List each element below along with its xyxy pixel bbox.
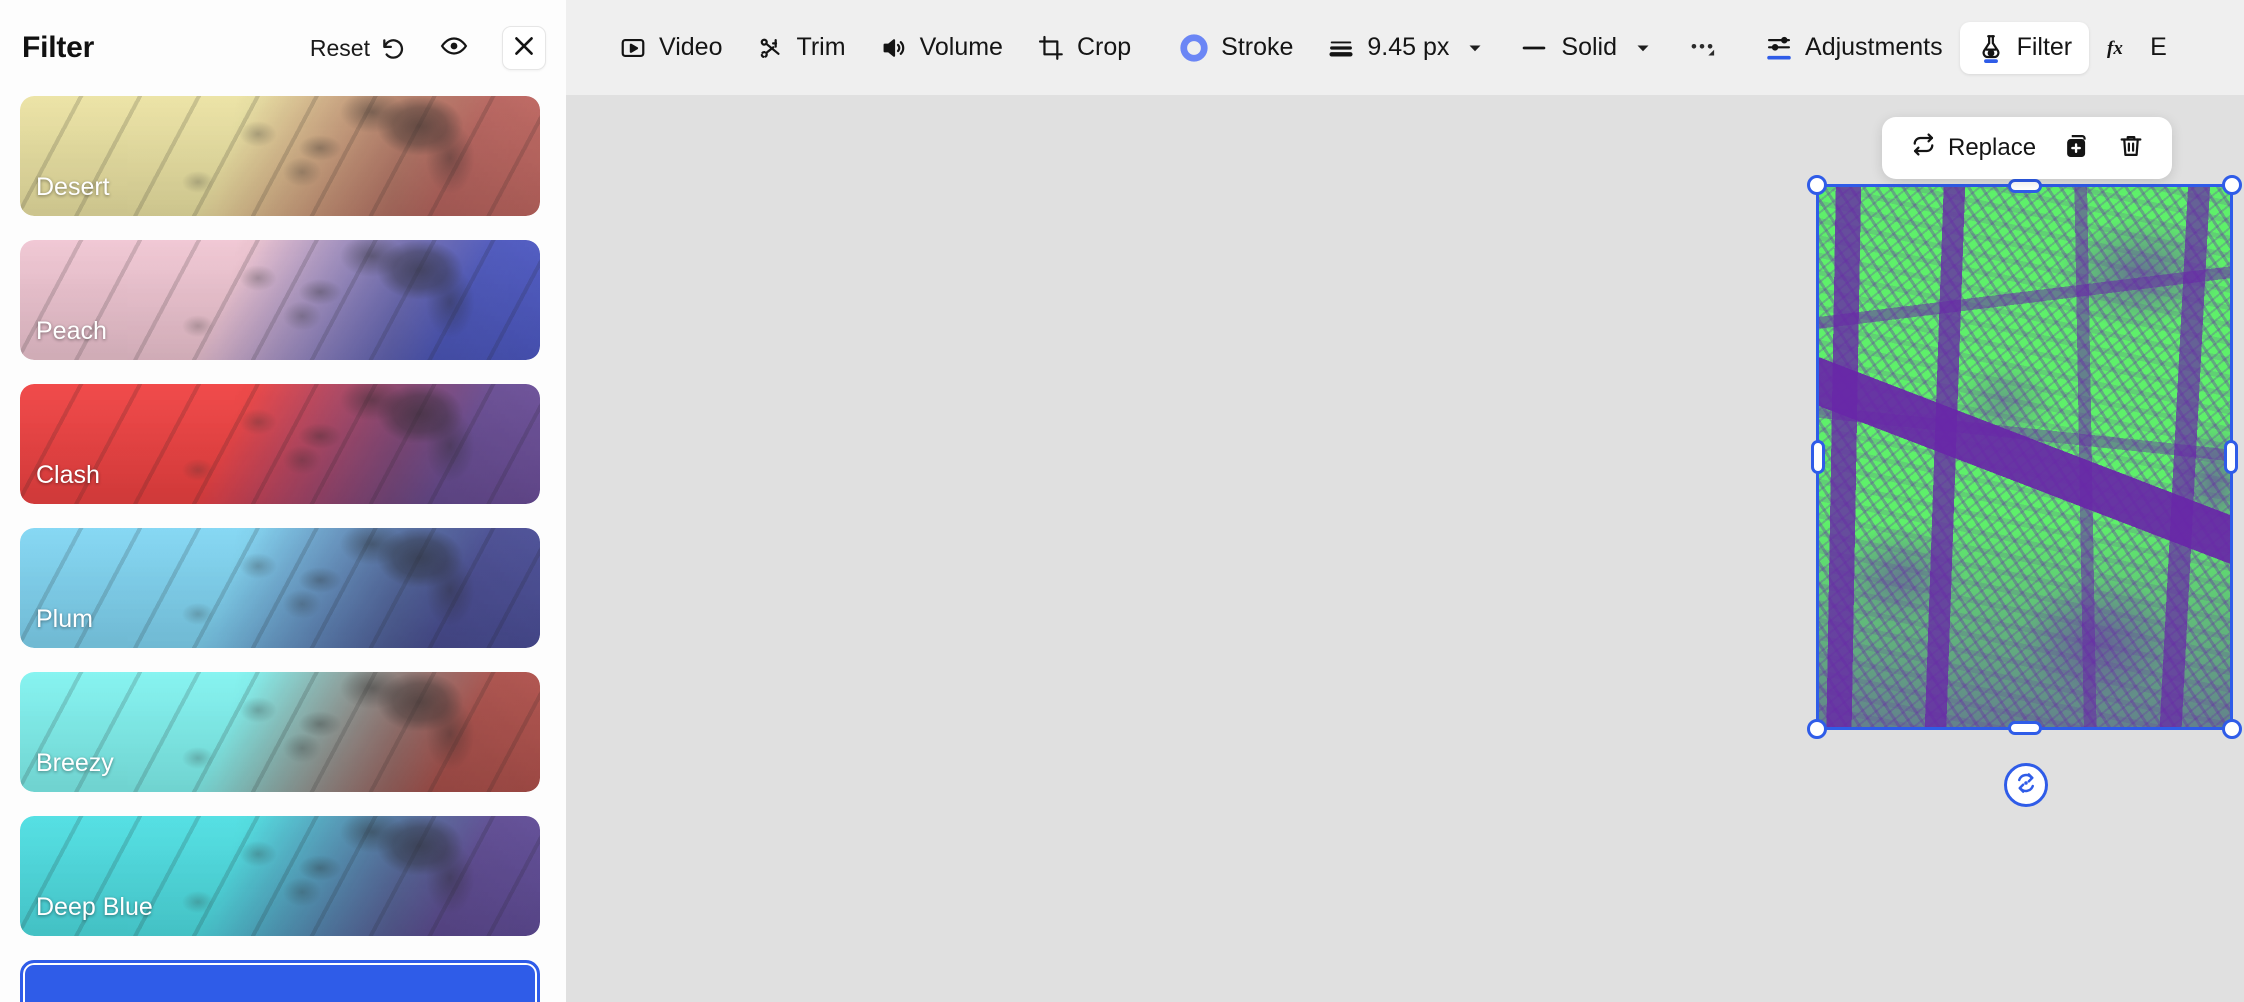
resize-handle-bottom-right[interactable]: [2222, 719, 2242, 739]
editor-right-pane: Video Trim Volume Crop Stroke 9.45 px Solid Adj…: [566, 0, 2244, 1002]
reset-button[interactable]: Reset: [310, 35, 406, 62]
filter-thumbnail: [20, 816, 540, 936]
toolbar-item-e[interactable]: fx E: [2089, 22, 2184, 73]
sidebar-header-actions: Reset: [310, 26, 546, 70]
fx-icon: fx: [2106, 34, 2138, 62]
filter-preview-image: [20, 384, 540, 504]
reset-label: Reset: [309, 34, 370, 61]
toolbar-item-label: Trim: [796, 33, 846, 61]
toolbar-item-video[interactable]: Video: [602, 22, 740, 73]
filter-preset-plum[interactable]: Plum: [20, 528, 540, 648]
replace-label: Replace: [1948, 134, 2037, 161]
more-dots-icon: [1687, 34, 1717, 62]
rotate-handle[interactable]: [2004, 763, 2048, 807]
top-toolbar: Video Trim Volume Crop Stroke 9.45 px Solid Adj…: [566, 0, 2244, 95]
filter-sidebar: Filter Reset Desert Peach Clash Plum Bre…: [0, 0, 566, 1002]
chevron-down-icon[interactable]: [1465, 38, 1485, 58]
toolbar-item-more[interactable]: [1670, 23, 1734, 73]
resize-handle-left[interactable]: [1811, 440, 1825, 474]
filter-preview-image: [20, 240, 540, 360]
close-x-icon: [511, 33, 537, 64]
sidebar-header: Filter Reset: [0, 0, 566, 96]
toolbar-item-label: Video: [659, 33, 723, 61]
filter-preset-deep-blue[interactable]: Deep Blue: [20, 816, 540, 936]
toolbar-item-filter[interactable]: Filter: [1959, 21, 2090, 74]
adjustments-icon: [1765, 33, 1793, 63]
toolbar-item-trim[interactable]: Trim: [740, 22, 863, 73]
filter-preset-desert[interactable]: Desert: [20, 96, 540, 216]
selected-media-element[interactable]: [1807, 175, 2242, 739]
resize-handle-top-right[interactable]: [2222, 175, 2242, 195]
duplicate-add-icon: [2063, 132, 2091, 165]
resize-handle-top-left[interactable]: [1807, 175, 1827, 195]
duplicate-button[interactable]: [2054, 126, 2100, 170]
filter-thumbnail: [20, 672, 540, 792]
filter-preset-breezy[interactable]: Breezy: [20, 672, 540, 792]
filter-preview-image: [20, 96, 540, 216]
element-floating-toolbar: Replace: [1882, 117, 2173, 179]
filter-thumbnail: [20, 528, 540, 648]
filter-thumbnail: [20, 96, 540, 216]
stroke-weight-icon: [1327, 34, 1355, 62]
svg-text:fx: fx: [2107, 38, 2123, 59]
toolbar-item-label: Adjustments: [1805, 33, 1943, 61]
close-panel-button[interactable]: [502, 26, 546, 70]
resize-handle-right[interactable]: [2224, 440, 2238, 474]
editor-canvas[interactable]: Replace: [566, 95, 2244, 1002]
delete-button[interactable]: [2108, 126, 2154, 170]
flask-filter-icon: [1977, 33, 2005, 63]
undo-arrow-icon: [380, 35, 406, 61]
page-title: Filter: [22, 31, 95, 64]
resize-handle-bottom[interactable]: [2007, 721, 2042, 735]
preview-toggle-button[interactable]: [432, 26, 476, 70]
toolbar-item-label: E: [2150, 33, 2167, 61]
video-play-icon: [619, 34, 647, 62]
replace-swap-icon: [1910, 131, 1937, 165]
chevron-down-icon[interactable]: [1633, 38, 1653, 58]
volume-icon: [880, 34, 908, 62]
toolbar-item-volume[interactable]: Volume: [863, 22, 1020, 73]
toolbar-item-stroke[interactable]: Stroke: [1162, 22, 1310, 74]
replace-button[interactable]: Replace: [1900, 125, 2046, 171]
eye-icon: [440, 32, 468, 65]
trash-icon: [2117, 132, 2145, 165]
toolbar-item-label: 9.45 px: [1367, 33, 1450, 61]
filter-thumbnail: [20, 240, 540, 360]
rotate-icon: [2012, 769, 2040, 802]
toolbar-item-9-45-px[interactable]: 9.45 px: [1310, 22, 1502, 73]
filter-preview-image: [20, 672, 540, 792]
filter-preset-clash[interactable]: Clash: [20, 384, 540, 504]
filter-editor-app: Filter Reset Desert Peach Clash Plum Bre…: [0, 0, 2244, 1002]
crop-icon: [1037, 34, 1065, 62]
filter-preset-peach[interactable]: Peach: [20, 240, 540, 360]
toolbar-item-label: Stroke: [1221, 33, 1294, 61]
media-thumbnail: [1819, 187, 2230, 727]
filter-thumbnail: [20, 384, 540, 504]
toolbar-item-label: Crop: [1076, 33, 1132, 61]
toolbar-item-label: Solid: [1561, 33, 1618, 61]
resize-handle-top[interactable]: [2007, 179, 2042, 193]
toolbar-item-label: Filter: [2016, 33, 2073, 61]
filter-preset-list: Desert Peach Clash Plum Breezy Deep Blue Frog: [0, 96, 566, 1002]
toolbar-item-adjustments[interactable]: Adjustments: [1748, 22, 1960, 74]
filter-preview-image: [20, 816, 540, 936]
filter-preview-image: [20, 528, 540, 648]
toolbar-item-crop[interactable]: Crop: [1020, 22, 1148, 73]
resize-handle-bottom-left[interactable]: [1807, 719, 1827, 739]
filter-preset-frog[interactable]: Frog: [20, 960, 540, 1002]
stroke-ring-icon: [1179, 33, 1209, 63]
toolbar-item-label: Volume: [919, 33, 1003, 61]
line-style-icon: [1519, 34, 1549, 62]
trim-scissors-icon: [757, 34, 785, 62]
toolbar-item-solid[interactable]: Solid: [1502, 22, 1670, 73]
